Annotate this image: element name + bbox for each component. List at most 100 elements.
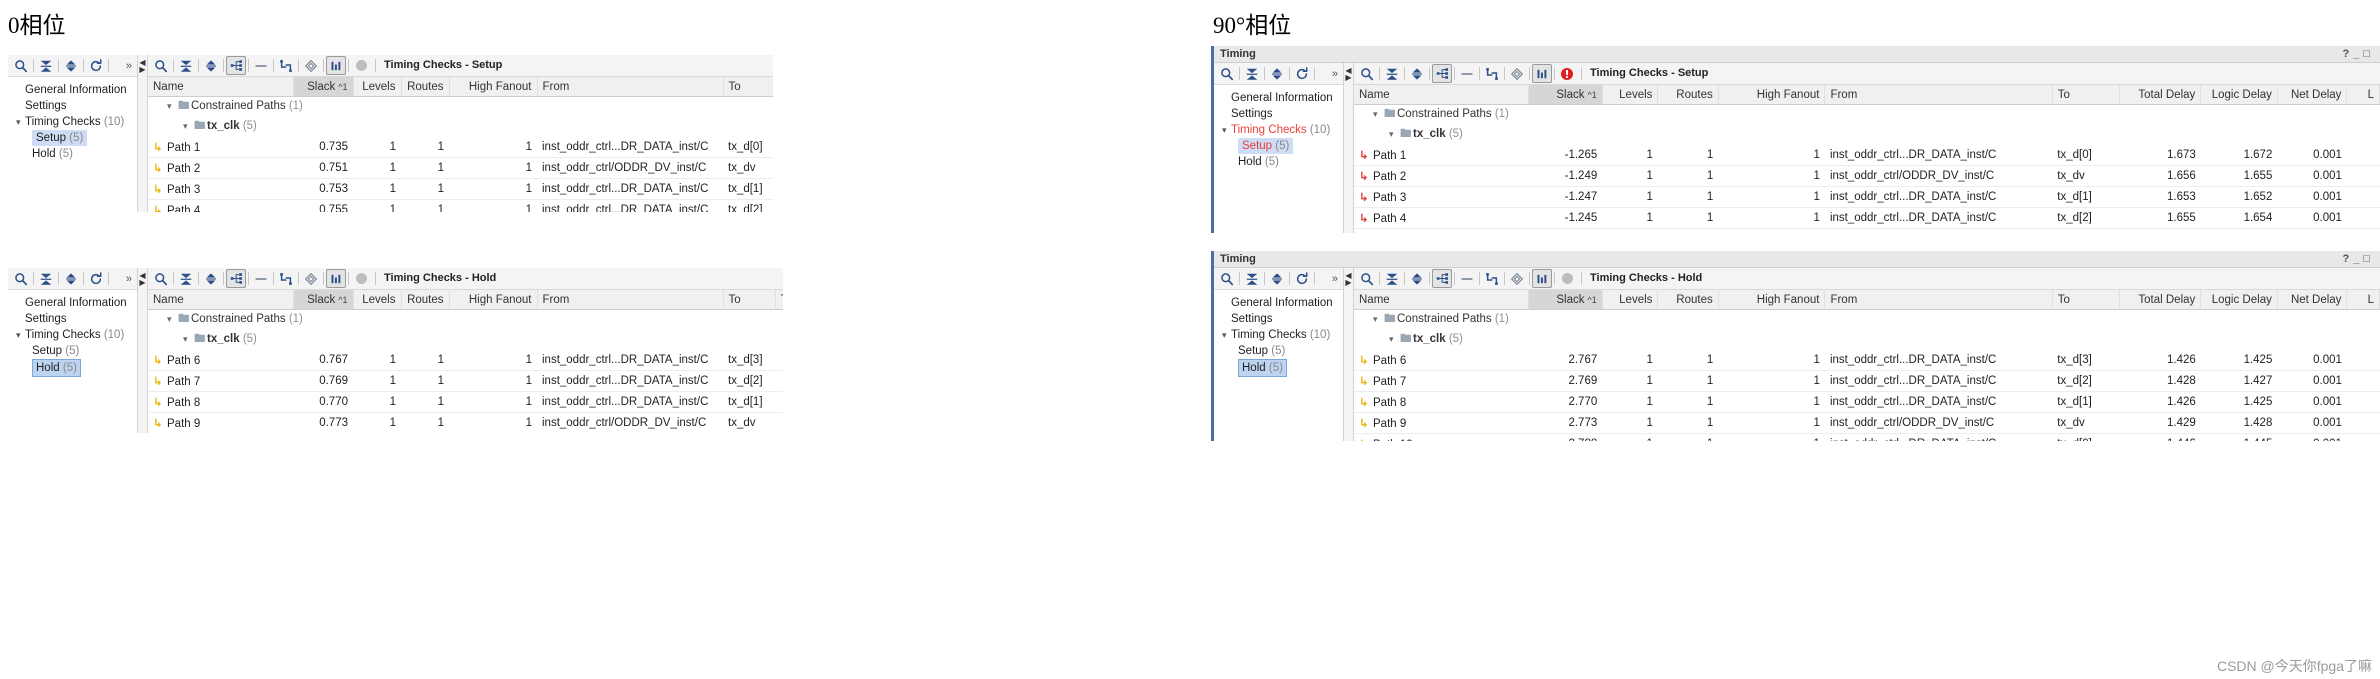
collapse-all-icon[interactable] [1382,270,1402,288]
table-row[interactable]: ↳ Path 4 -1.245 1 1 1 inst_oddr_ctrl...DR_DATA… [1354,207,2380,229]
panel-splitter-handle[interactable]: ◀ ▶ [1344,268,1354,441]
expand-all-icon[interactable] [61,270,81,288]
path-icon[interactable] [276,270,296,288]
chevron-down-icon[interactable]: ▾ [1373,109,1384,120]
window-titlebar[interactable]: Timing ?_□ [1214,251,2380,268]
help-button[interactable]: ? [2342,253,2353,265]
chevron-down-icon[interactable]: ▾ [183,121,194,132]
column-header-name[interactable]: Name [1354,290,1529,310]
remove-icon[interactable] [1457,270,1477,288]
search-icon[interactable] [1357,65,1377,83]
table-toolbar[interactable]: Timing Checks - Setup [148,55,773,77]
timing-paths-table[interactable]: Name Slack ^1 Levels Routes High Fanout From To… [148,290,783,433]
panel-splitter-handle[interactable]: ◀ ▶ [1344,63,1354,233]
chevron-down-icon[interactable]: ▾ [16,327,25,343]
table-scroll-area[interactable]: Name Slack ^1 Levels Routes High Fanout From To… [148,290,783,433]
search-icon[interactable] [1217,65,1237,83]
sidebar-item-setup[interactable]: Setup (5) [1214,138,1343,154]
table-group-row-clock[interactable]: ▾ 🖿 tx_clk (5) [148,117,773,137]
minimize-button[interactable]: _ [2353,48,2363,60]
sidebar-item-settings[interactable]: Settings [1214,106,1343,122]
column-header-from[interactable]: From [1824,290,2053,310]
path-icon[interactable] [1482,270,1502,288]
table-row[interactable]: ↳ Path 3 -1.247 1 1 1 inst_oddr_ctrl...DR_DATA… [1354,186,2380,208]
search-icon[interactable] [151,57,171,75]
column-header-levels[interactable]: Levels [353,290,402,310]
column-header-high-fanout[interactable]: High Fanout [449,290,538,310]
column-header-logic-percent[interactable]: L [2346,290,2380,310]
report-nav-list[interactable]: General Information Settings ▾ Timing Check… [8,77,137,212]
table-group-row-constrained-paths[interactable]: ▾ 🖿 Constrained Paths (1) [1354,105,2380,126]
column-header-levels[interactable]: Levels [353,77,402,97]
table-scroll-area[interactable]: Name Slack ^1 Levels Routes High Fanout From To… [1354,290,2380,441]
nav-toolbar[interactable]: » [1214,63,1343,85]
collapse-all-icon[interactable] [176,57,196,75]
column-header-total-delay[interactable]: Total Delay [2119,85,2202,105]
refresh-icon[interactable] [86,57,106,75]
histogram-icon[interactable] [1532,269,1552,288]
table-group-row-clock[interactable]: ▾ 🖿 tx_clk (5) [148,330,783,350]
schematic-icon[interactable] [226,269,246,288]
maximize-button[interactable]: □ [2363,253,2374,265]
column-header-from[interactable]: From [1824,85,2053,105]
nav-toolbar[interactable]: » [8,55,137,77]
column-header-logic-delay[interactable]: Logic Delay [2200,85,2278,105]
sidebar-item-settings[interactable]: Settings [1214,311,1343,327]
panel-splitter-handle[interactable]: ◀ ▶ [138,55,148,212]
toolbar-overflow-chevron-icon[interactable]: » [126,60,134,72]
chevron-down-icon[interactable]: ▾ [1222,327,1231,343]
expand-all-icon[interactable] [201,57,221,75]
sidebar-item-hold[interactable]: Hold (5) [1214,154,1343,170]
search-icon[interactable] [1217,270,1237,288]
column-header-logic-delay[interactable]: Logic Delay [2200,290,2278,310]
sidebar-item-hold[interactable]: Hold (5) [1214,359,1343,377]
toolbar-overflow-chevron-icon[interactable]: » [126,273,134,285]
diamond-icon[interactable] [1507,270,1527,288]
collapse-all-icon[interactable] [36,270,56,288]
table-row[interactable]: ↳ Path 6 2.767 1 1 1 inst_oddr_ctrl...DR_DATA_… [1354,350,2380,371]
column-header-from[interactable]: From [537,77,724,97]
search-icon[interactable] [11,57,31,75]
diamond-icon[interactable] [301,57,321,75]
column-header-slack[interactable]: Slack ^1 [1528,290,1603,310]
column-header-net-delay[interactable]: Net Delay [2277,85,2348,105]
window-controls[interactable]: ?_□ [2342,48,2374,60]
sidebar-item-general-information[interactable]: General Information [8,82,137,98]
histogram-icon[interactable] [1532,64,1552,83]
panel-splitter-handle[interactable]: ◀ ▶ [138,268,148,433]
sidebar-item-settings[interactable]: Settings [8,98,137,114]
table-row[interactable]: ↳ Path 3 0.753 1 1 1 inst_oddr_ctrl...DR_DATA_… [148,178,773,200]
table-row[interactable]: ↳ Path 7 2.769 1 1 1 inst_oddr_ctrl...DR_DATA_… [1354,370,2380,392]
column-header-levels[interactable]: Levels [1602,85,1659,105]
table-scroll-area[interactable]: Name Slack ^1 Levels Routes High Fanout From To… [148,77,773,212]
refresh-icon[interactable] [1292,270,1312,288]
table-row[interactable]: ↳Path 102.788111inst_oddr_ctrl...DR_DATA… [1354,433,2380,441]
column-header-logic-percent[interactable]: L [2346,85,2380,105]
minimize-button[interactable]: _ [2353,253,2363,265]
timing-paths-table[interactable]: Name Slack ^1 Levels Routes High Fanout From To… [148,77,773,212]
remove-icon[interactable] [251,270,271,288]
column-header-name[interactable]: Name [1354,85,1529,105]
sidebar-item-hold[interactable]: Hold (5) [8,359,137,377]
chevron-down-icon[interactable]: ▾ [167,314,178,325]
table-toolbar[interactable]: Timing Checks - Setup [1354,63,2380,85]
timing-paths-table[interactable]: Name Slack ^1 Levels Routes High Fanout From To… [1354,290,2380,441]
column-header-from[interactable]: From [537,290,724,310]
table-row[interactable]: ↳Path 5-1.243111inst_oddr_ctrl...DR_DATA… [1354,228,2380,233]
sidebar-item-timing-checks[interactable]: ▾ Timing Checks (10) [1214,327,1343,343]
schematic-icon[interactable] [1432,269,1452,288]
column-header-levels[interactable]: Levels [1602,290,1659,310]
table-group-row-clock[interactable]: ▾ 🖿 tx_clk (5) [1354,330,2380,350]
sidebar-item-settings[interactable]: Settings [8,311,137,327]
table-group-row-clock[interactable]: ▾ 🖿 tx_clk (5) [1354,125,2380,145]
splitter-right-arrow-icon[interactable]: ▶ [1345,74,1351,82]
sidebar-item-general-information[interactable]: General Information [8,295,137,311]
expand-all-icon[interactable] [1267,270,1287,288]
nav-toolbar[interactable]: » [1214,268,1343,290]
splitter-right-arrow-icon[interactable]: ▶ [139,279,145,287]
table-row[interactable]: ↳ Path 9 2.773 1 1 1 inst_oddr_ctrl/ODDR_DV_in… [1354,412,2380,434]
table-row[interactable]: ↳ Path 2 -1.249 1 1 1 inst_oddr_ctrl/ODDR_DV_i… [1354,165,2380,187]
sidebar-item-timing-checks[interactable]: ▾ Timing Checks (10) [1214,122,1343,138]
sidebar-item-timing-checks[interactable]: ▾ Timing Checks (10) [8,114,137,130]
search-icon[interactable] [151,270,171,288]
